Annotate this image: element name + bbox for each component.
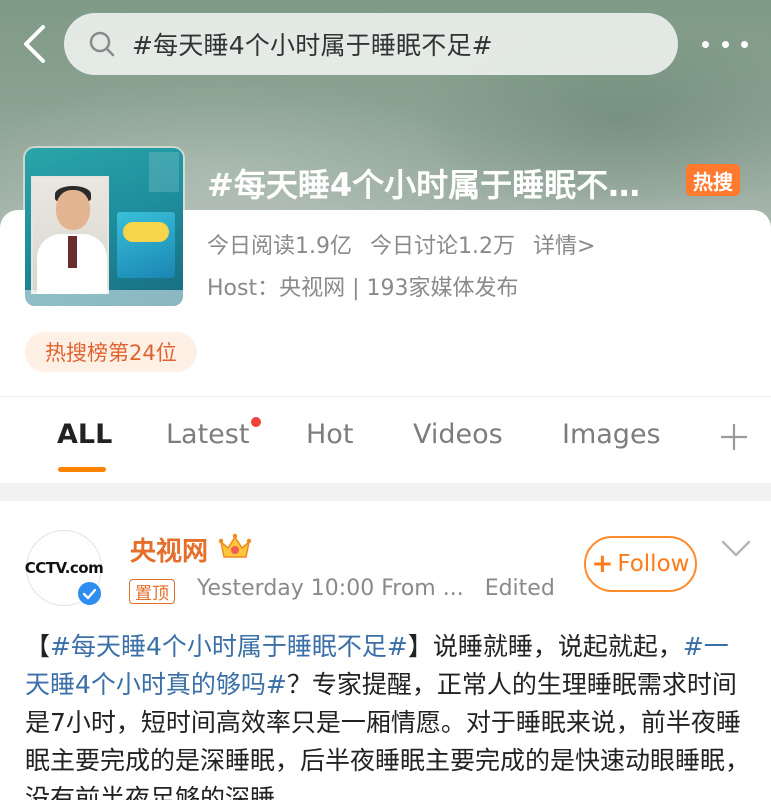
active-tab-indicator [58, 467, 106, 472]
tab-hot[interactable]: Hot [306, 419, 353, 450]
pinned-badge: 置顶 [129, 579, 175, 604]
plus-icon: + [591, 549, 614, 579]
post-time: Yesterday 10:00 [197, 576, 375, 601]
section-divider [0, 483, 771, 501]
tab-images[interactable]: Images [562, 419, 661, 450]
follow-button[interactable]: + Follow [584, 536, 697, 592]
more-dots-icon[interactable] [702, 30, 748, 58]
back-button[interactable] [14, 22, 54, 66]
chevron-down-icon[interactable] [720, 538, 752, 560]
tab-latest[interactable]: Latest [166, 419, 249, 450]
topic-title: #每天睡4个小时属于睡眠不足... [207, 166, 667, 204]
details-link[interactable]: 详情> [533, 228, 595, 260]
reads-today: 今日阅读1.9亿 [207, 234, 352, 259]
hot-rank-pill[interactable]: 热搜榜第24位 [25, 332, 197, 372]
post-source: From ... [381, 576, 464, 601]
discussions-today: 今日讨论1.2万 [370, 234, 515, 259]
host-info: Host：央视网 | 193家媒体发布 [207, 276, 519, 301]
post-body: 【#每天睡4个小时属于睡眠不足#】说睡就睡，说起就起，#一天睡4个小时真的够吗#… [25, 628, 751, 800]
tab-bar: ALL Latest Hot Videos Images [0, 397, 771, 483]
avatar-logo: CCTV.com [24, 559, 104, 577]
verified-icon [76, 580, 103, 607]
search-icon [88, 29, 118, 59]
tab-videos[interactable]: Videos [413, 419, 503, 450]
new-indicator-dot [251, 417, 261, 427]
hot-badge: 热搜 [686, 164, 740, 196]
search-bar[interactable]: #每天睡4个小时属于睡眠不足# [64, 13, 678, 75]
topic-thumbnail[interactable] [25, 148, 183, 306]
follow-label: Follow [617, 551, 690, 577]
doctor-portrait-image [31, 176, 109, 294]
post-meta: Yesterday 10:00 From ... Edited [197, 576, 555, 601]
edited-label[interactable]: Edited [485, 576, 555, 601]
post-text: 】说睡就睡，说起就起， [407, 632, 683, 661]
crown-icon [218, 533, 252, 558]
search-query: #每天睡4个小时属于睡眠不足# [132, 31, 493, 60]
tab-all[interactable]: ALL [57, 419, 112, 450]
chevron-left-icon [24, 25, 45, 63]
author-name[interactable]: 央视网 [130, 531, 208, 568]
topic-stats: 今日阅读1.9亿 今日讨论1.2万 详情> [207, 228, 595, 260]
hashtag-link[interactable]: #每天睡4个小时属于睡眠不足# [50, 632, 408, 661]
post-text: 【 [25, 632, 51, 661]
plus-icon[interactable] [718, 421, 750, 453]
